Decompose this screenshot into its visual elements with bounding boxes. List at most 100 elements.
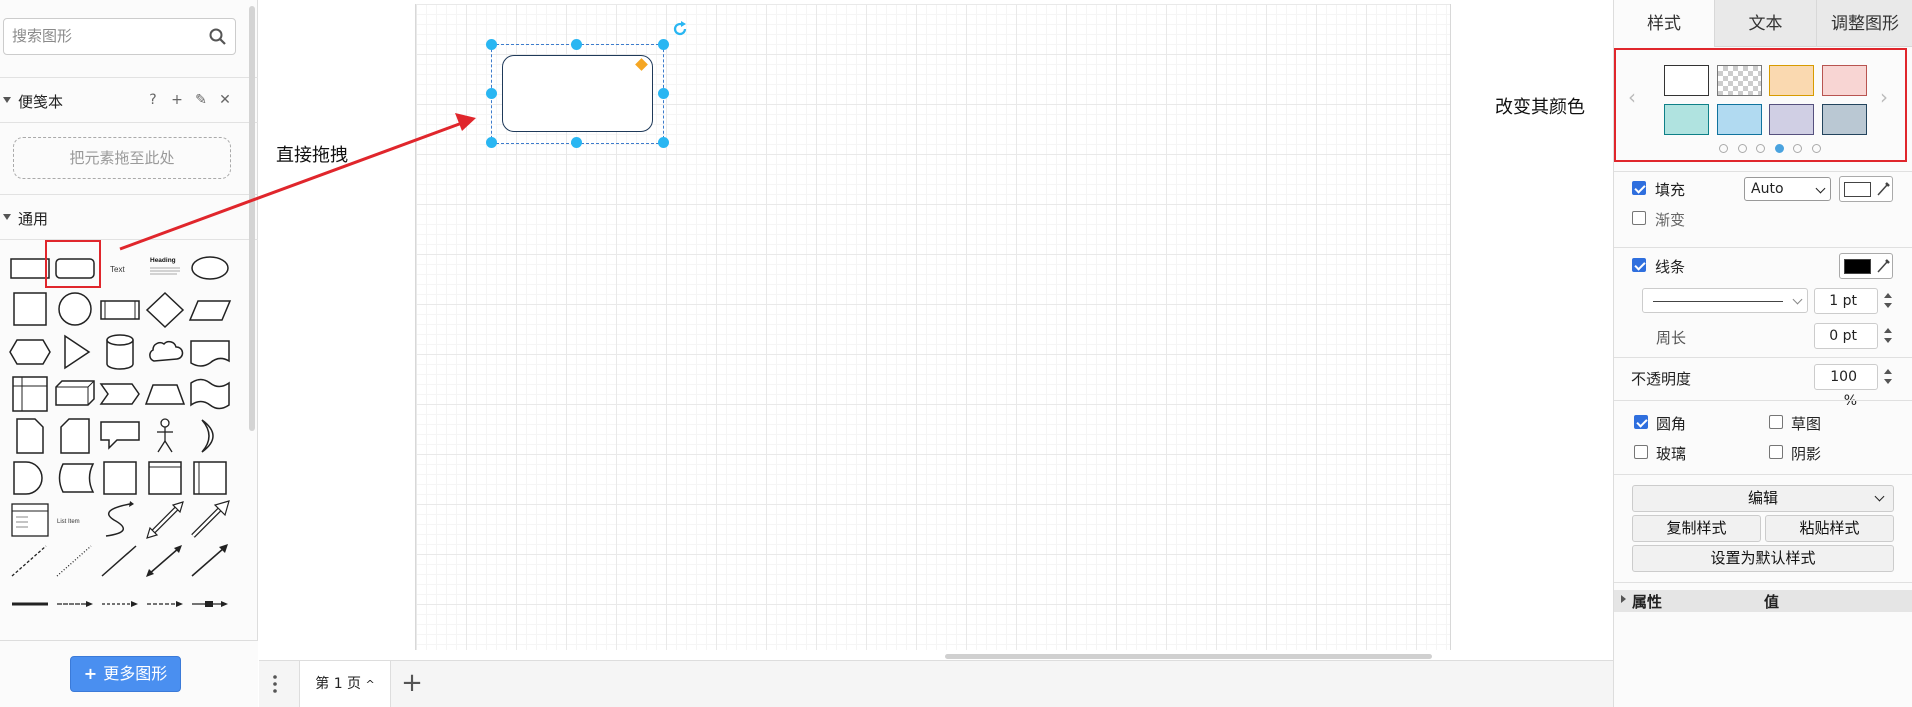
cylinder-shape[interactable] (98, 332, 142, 372)
delay-shape[interactable] (8, 458, 52, 498)
resize-handle-e[interactable] (658, 88, 669, 99)
card-shape[interactable] (53, 416, 97, 456)
bidirectional-arrow-shape[interactable] (143, 500, 187, 540)
glass-checkbox[interactable] (1634, 445, 1648, 459)
double-labeled-link-shape[interactable] (143, 584, 187, 624)
heading-textbox-shape[interactable]: Heading (143, 248, 187, 288)
page-dot[interactable] (1756, 144, 1765, 153)
bidirectional-connector-shape[interactable] (143, 542, 187, 582)
process-shape[interactable] (98, 290, 142, 330)
page-dot-active[interactable] (1775, 144, 1784, 153)
shape-search-box[interactable] (3, 18, 236, 55)
perimeter-input[interactable]: 0 pt (1814, 323, 1878, 349)
line-shape[interactable] (98, 542, 142, 582)
collapse-arrow-icon[interactable] (3, 97, 11, 103)
horizontal-scrollbar[interactable] (945, 654, 1432, 659)
list-shape[interactable] (8, 500, 52, 540)
rounded-checkbox[interactable] (1634, 415, 1648, 429)
resize-handle-w[interactable] (486, 88, 497, 99)
dashed-line-shape[interactable] (8, 542, 52, 582)
square-shape[interactable] (8, 290, 52, 330)
line-checkbox[interactable] (1632, 258, 1646, 272)
search-icon[interactable] (209, 28, 227, 46)
set-default-style-button[interactable]: 设置为默认样式 (1632, 545, 1894, 572)
left-scrollbar[interactable] (249, 6, 255, 431)
rotate-icon[interactable] (671, 20, 689, 38)
chevron-right-icon[interactable]: › (1880, 87, 1894, 107)
triangle-shape[interactable] (53, 332, 97, 372)
step-shape[interactable] (98, 374, 142, 414)
curve-shape[interactable] (98, 500, 142, 540)
page-dot[interactable] (1719, 144, 1728, 153)
square-outline-shape[interactable] (98, 458, 142, 498)
swatch-slate[interactable] (1822, 104, 1867, 135)
chevron-left-icon[interactable]: ‹ (1628, 87, 1642, 107)
callout-shape[interactable] (98, 416, 142, 456)
text-shape[interactable]: Text (98, 248, 142, 288)
list-item-shape[interactable]: List Item (53, 500, 97, 540)
hexagon-shape[interactable] (8, 332, 52, 372)
search-input[interactable] (12, 19, 202, 52)
dotted-line-shape[interactable] (53, 542, 97, 582)
expand-arrow-icon[interactable] (1621, 595, 1626, 603)
labeled-link-shape[interactable] (98, 584, 142, 624)
copy-style-button[interactable]: 复制样式 (1632, 515, 1761, 542)
swatch-purple[interactable] (1769, 104, 1814, 135)
swatch-orange[interactable] (1769, 65, 1814, 96)
diagram-canvas[interactable] (259, 0, 1869, 660)
caret-up-icon[interactable]: ^ (366, 678, 375, 691)
add-page-button[interactable]: + (398, 670, 426, 698)
tab-text[interactable]: 文本 (1714, 0, 1816, 47)
resize-handle-n[interactable] (571, 39, 582, 50)
opacity-stepper[interactable] (1882, 364, 1894, 390)
tab-style[interactable]: 样式 (1614, 0, 1714, 47)
perimeter-stepper[interactable] (1882, 323, 1894, 349)
resize-handle-ne[interactable] (658, 39, 669, 50)
page-dot[interactable] (1738, 144, 1747, 153)
general-header[interactable]: 通用 (0, 194, 258, 240)
ellipse-shape[interactable] (188, 248, 232, 288)
page-tab-1[interactable]: 第 1 页 ^ (299, 661, 391, 707)
swimlane-shape[interactable] (188, 458, 232, 498)
resize-handle-nw[interactable] (486, 39, 497, 50)
page-dot[interactable] (1812, 144, 1821, 153)
help-icon[interactable]: ? (146, 91, 160, 109)
diamond-shape[interactable] (143, 290, 187, 330)
add-icon[interactable]: + (170, 91, 184, 109)
internal-storage-shape[interactable] (8, 374, 52, 414)
fill-type-select[interactable]: Auto (1744, 177, 1831, 201)
trapezoid-shape[interactable] (143, 374, 187, 414)
page-dot[interactable] (1793, 144, 1802, 153)
line-pattern-select[interactable] (1642, 288, 1808, 313)
line-color-button[interactable] (1839, 253, 1893, 279)
parallelogram-shape[interactable] (188, 290, 232, 330)
arrow-link-shape[interactable] (53, 584, 97, 624)
gradient-checkbox[interactable] (1632, 211, 1646, 225)
scratchpad-header[interactable]: 便笺本 ? + ✎ ✕ (0, 77, 258, 123)
resize-handle-sw[interactable] (486, 137, 497, 148)
actor-shape[interactable] (143, 416, 187, 456)
data-storage-shape[interactable] (53, 458, 97, 498)
swatch-teal[interactable] (1664, 104, 1709, 135)
swatch-white[interactable] (1664, 65, 1709, 96)
circle-shape[interactable] (53, 290, 97, 330)
message-link-shape[interactable] (188, 584, 232, 624)
arrow-shape[interactable] (188, 500, 232, 540)
container-shape[interactable] (143, 458, 187, 498)
swatch-red[interactable] (1822, 65, 1867, 96)
edit-select[interactable]: 编辑 (1632, 485, 1894, 512)
fill-color-button[interactable] (1839, 176, 1893, 202)
fill-checkbox[interactable] (1632, 181, 1646, 195)
scratchpad-dropzone[interactable]: 把元素拖至此处 (13, 137, 231, 179)
cloud-shape[interactable] (143, 332, 187, 372)
sketch-checkbox[interactable] (1769, 415, 1783, 429)
more-options-icon[interactable] (273, 674, 277, 694)
resize-handle-se[interactable] (658, 137, 669, 148)
cube-shape[interactable] (53, 374, 97, 414)
resize-handle-s[interactable] (571, 137, 582, 148)
swatch-transparent[interactable] (1717, 65, 1762, 96)
tab-arrange[interactable]: 调整图形 (1816, 0, 1912, 47)
more-shapes-button[interactable]: + 更多图形 (70, 656, 181, 692)
document-shape[interactable] (188, 332, 232, 372)
line-width-input[interactable]: 1 pt (1814, 288, 1878, 314)
